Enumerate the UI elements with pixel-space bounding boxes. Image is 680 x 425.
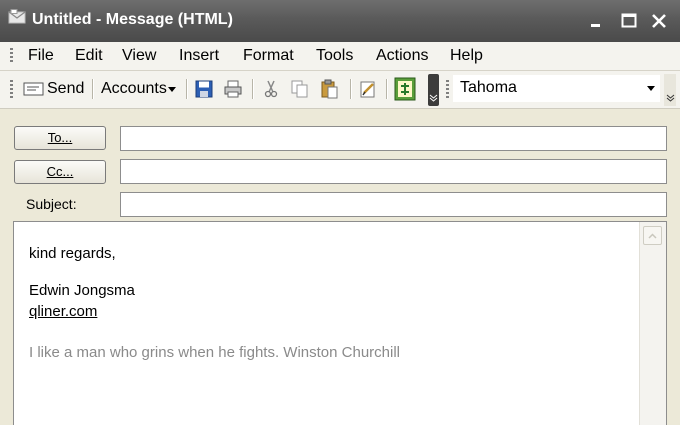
toolbar-separator	[350, 79, 352, 99]
menu-grip-handle[interactable]	[10, 48, 13, 64]
toolbar-grip-handle[interactable]	[10, 80, 13, 98]
permission-icon[interactable]	[394, 77, 416, 101]
menu-bar: File Edit View Insert Format Tools Actio…	[0, 42, 680, 71]
accounts-dropdown-icon	[168, 87, 176, 92]
to-field[interactable]	[120, 126, 667, 151]
signature-icon[interactable]	[358, 79, 378, 99]
toolbar-separator	[252, 79, 254, 99]
body-signature-link[interactable]: qliner.com	[29, 303, 97, 320]
close-icon[interactable]	[649, 11, 669, 31]
scroll-up-button[interactable]	[643, 226, 662, 245]
cut-icon[interactable]	[261, 79, 281, 99]
copy-icon[interactable]	[290, 79, 310, 99]
cc-button-label: Cc...	[46, 164, 74, 179]
accounts-label: Accounts	[101, 80, 167, 97]
message-body[interactable]: kind regards, Edwin Jongsma qliner.com I…	[13, 221, 667, 425]
formatting-grip-handle[interactable]	[446, 80, 449, 98]
body-closing: kind regards,	[29, 245, 116, 262]
chevron-down-icon	[429, 94, 438, 102]
toolbar-overflow-chevron[interactable]	[428, 74, 439, 106]
menu-file[interactable]: File	[28, 47, 54, 65]
compose-window: Untitled - Message (HTML) File Edit View…	[0, 0, 680, 425]
menu-format[interactable]: Format	[243, 47, 294, 65]
menu-actions[interactable]: Actions	[376, 47, 428, 65]
body-signature-name: Edwin Jongsma	[29, 282, 135, 299]
to-button-label: To...	[47, 130, 73, 145]
window-title: Untitled - Message (HTML)	[32, 11, 233, 28]
font-name-select[interactable]: Tahoma	[453, 75, 660, 102]
toolbar-separator	[92, 79, 94, 99]
chevron-down-icon	[647, 86, 655, 91]
minimize-icon[interactable]	[588, 11, 608, 31]
send-button[interactable]: Send	[20, 75, 88, 103]
chevron-down-icon	[666, 94, 675, 102]
send-label: Send	[47, 80, 85, 97]
cc-field[interactable]	[120, 159, 667, 184]
body-signature-quote: I like a man who grins when he fights. W…	[29, 344, 401, 361]
send-icon	[23, 82, 44, 96]
formatting-overflow-chevron[interactable]	[664, 74, 676, 106]
subject-field[interactable]	[120, 192, 667, 217]
accounts-button[interactable]: Accounts	[98, 75, 180, 103]
print-icon[interactable]	[223, 79, 243, 99]
toolbar-separator	[386, 79, 388, 99]
to-button[interactable]: To...	[14, 126, 106, 150]
envelope-app-icon	[8, 9, 26, 24]
maximize-icon[interactable]	[619, 11, 639, 31]
subject-label: Subject:	[26, 196, 77, 212]
font-name-value: Tahoma	[460, 79, 517, 96]
chevron-up-icon	[648, 233, 657, 239]
menu-tools[interactable]: Tools	[316, 47, 353, 65]
paste-icon[interactable]	[319, 79, 339, 99]
menu-help[interactable]: Help	[450, 47, 483, 65]
cc-button[interactable]: Cc...	[14, 160, 106, 184]
menu-insert[interactable]: Insert	[179, 47, 219, 65]
vertical-scrollbar[interactable]	[639, 222, 666, 425]
menu-edit[interactable]: Edit	[75, 47, 103, 65]
toolbar-separator	[186, 79, 188, 99]
standard-toolbar: Send Accounts Tahoma	[0, 71, 680, 109]
title-bar[interactable]: Untitled - Message (HTML)	[0, 0, 680, 42]
menu-view[interactable]: View	[122, 47, 156, 65]
save-icon[interactable]	[194, 79, 214, 99]
